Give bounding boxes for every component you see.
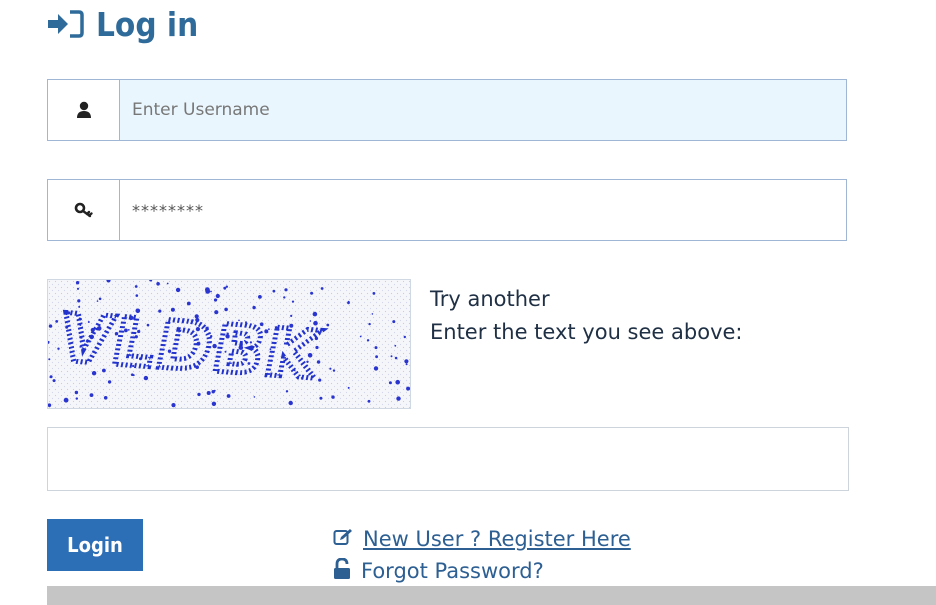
bottom-scrollbar[interactable] (0, 586, 936, 605)
register-link[interactable]: New User ? Register Here (363, 527, 631, 551)
captcha-noise-dot (283, 296, 286, 299)
captcha-noise-dot (175, 287, 181, 293)
captcha-noise-dot (291, 300, 295, 303)
username-input[interactable] (120, 80, 846, 140)
captcha-image: VLDBK (47, 279, 411, 409)
captcha-noise-dot (404, 359, 409, 364)
captcha-noise-dot (329, 367, 332, 370)
captcha-noise-dot (223, 286, 227, 290)
password-input[interactable] (120, 180, 846, 240)
scrollbar-gap (0, 586, 47, 605)
captcha-noise-dot (213, 389, 216, 392)
login-page: Log in Enter Username ******** VLDBK Try… (0, 0, 936, 605)
captcha-noise-dot (347, 386, 350, 389)
try-another-link[interactable]: Try another (430, 283, 743, 316)
captcha-noise-dot (74, 390, 79, 395)
captcha-noise-dot (366, 339, 370, 342)
page-title: Log in (46, 2, 198, 46)
captcha-noise-dot (395, 379, 401, 385)
captcha-noise-dot (390, 355, 393, 358)
key-icon (48, 180, 120, 240)
captcha-noise-dot (372, 292, 376, 295)
captcha-noise-dot (258, 295, 262, 299)
captcha-noise-dot (75, 397, 78, 400)
account-links: New User ? Register Here Forgot Password… (333, 523, 631, 587)
page-title-text: Log in (96, 4, 199, 44)
captcha-noise-dot (103, 396, 108, 400)
captcha-noise-dot (186, 301, 191, 306)
user-icon (48, 80, 120, 140)
captcha-noise-dot (213, 298, 218, 302)
captcha-noise-dot (156, 282, 160, 286)
login-button[interactable]: Login (47, 519, 143, 571)
password-field-group (47, 179, 847, 241)
captcha-noise-dot (252, 305, 256, 310)
captcha-noise-dot (405, 363, 408, 366)
captcha-noise-dot (374, 346, 378, 350)
captcha-noise-dot (320, 287, 324, 290)
captcha-noise-dot (49, 375, 53, 379)
captcha-noise-dot (319, 396, 323, 400)
captcha-noise-dot (392, 320, 396, 324)
unlock-icon (333, 557, 361, 585)
captcha-noise-dot (76, 287, 80, 290)
captcha-noise-dot (368, 322, 371, 326)
captcha-noise-dot (197, 392, 201, 397)
captcha-noise-dot (367, 399, 371, 403)
captcha-noise-dot (371, 313, 374, 315)
captcha-noise-dot (211, 401, 217, 406)
captcha-noise-dot (215, 293, 220, 299)
captcha-noise-dot (75, 281, 80, 285)
captcha-noise-dot (89, 393, 94, 397)
captcha-side: Try another Enter the text you see above… (430, 283, 743, 349)
captcha-noise-dot (332, 369, 336, 372)
captcha-noise-dot (107, 380, 112, 384)
captcha-noise-dot (359, 335, 362, 338)
captcha-noise-dot (52, 379, 56, 383)
captcha-noise-dot (388, 381, 392, 385)
captcha-noise-dot (403, 335, 406, 339)
captcha-noise-dot (318, 378, 322, 382)
captcha-noise-dot (284, 288, 288, 292)
captcha-noise-dot (226, 394, 231, 398)
captcha-noise-dot (253, 396, 256, 398)
captcha-noise-dot (272, 289, 276, 293)
captcha-noise-dot (205, 287, 210, 293)
captcha-noise-dot (171, 403, 176, 408)
captcha-noise-dot (331, 395, 335, 399)
captcha-noise-dot (55, 320, 59, 323)
captcha-noise-dot (134, 285, 138, 288)
edit-icon (333, 527, 363, 551)
sign-in-icon (46, 9, 84, 39)
captcha-noise-dot (135, 294, 139, 297)
captcha-noise-dot (48, 324, 53, 328)
captcha-answer-input[interactable] (47, 427, 849, 491)
captcha-noise-dot (394, 356, 398, 360)
captcha-noise-dot (406, 386, 410, 391)
captcha-noise-dot (394, 344, 397, 347)
captcha-noise-dot (63, 397, 69, 403)
forgot-row: Forgot Password? (333, 555, 631, 587)
captcha-noise-dot (326, 323, 330, 327)
username-field-group (47, 79, 847, 141)
captcha-noise-dot (98, 297, 102, 301)
captcha-instruction: Enter the text you see above: (430, 320, 743, 344)
captcha-noise-dot (288, 400, 293, 406)
register-row: New User ? Register Here (333, 523, 631, 555)
captcha-noise-dot (310, 291, 314, 295)
forgot-password-link[interactable]: Forgot Password? (361, 559, 544, 583)
captcha-noise-dot (48, 358, 51, 361)
captcha-noise-dot (210, 290, 212, 293)
captcha-noise-dot (396, 396, 401, 401)
captcha-noise-dot (373, 366, 379, 371)
captcha-noise-dot (166, 282, 169, 285)
captcha-noise-dot (347, 301, 350, 305)
captcha-noise-dot (206, 391, 211, 395)
captcha-noise-dot (375, 355, 378, 359)
